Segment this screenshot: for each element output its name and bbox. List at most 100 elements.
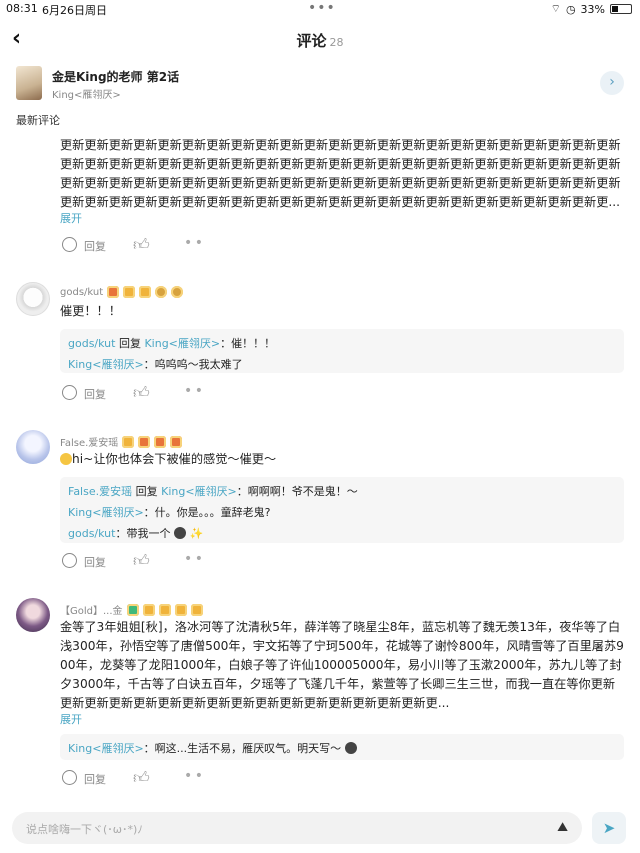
badge-icon [122, 435, 135, 448]
more-icon[interactable]: • • [184, 551, 203, 567]
reply-icon[interactable] [62, 385, 77, 400]
more-icon[interactable]: • • [184, 235, 203, 251]
comment-actions: 回复 👍︎ • • [60, 551, 260, 571]
emoji-icon [60, 453, 72, 465]
like-icon[interactable]: 👍︎ [133, 768, 150, 788]
status-right: ⌔ ◷ 33% [551, 2, 632, 16]
comment-text: 更新更新更新更新更新更新更新更新更新更新更新更新更新更新更新更新更新更新更新更新… [60, 138, 621, 209]
reply-box: King<雁翎厌>：啊这...生活不易，雁厌叹气。明天写～ [60, 734, 624, 760]
reply-icon[interactable] [62, 553, 77, 568]
reply-user[interactable]: gods/kut [68, 337, 115, 350]
comment-text: hi~让你也体会下被催的感觉～催更～ [60, 450, 625, 469]
emoji-icon [173, 527, 186, 539]
reply-user[interactable]: King<雁翎厌> [68, 358, 144, 371]
comment-text-content: hi~让你也体会下被催的感觉～催更～ [72, 452, 277, 466]
badge-icon [142, 603, 155, 616]
status-bar: 08:31 6月26日周日 ••• ⌔ ◷ 33% [0, 0, 640, 18]
badge-icon [139, 286, 152, 298]
badge-icon [170, 435, 183, 448]
more-icon[interactable]: • • [184, 768, 203, 784]
badge-icon [155, 286, 168, 298]
send-button[interactable]: ➤ [592, 812, 626, 844]
badge-icon [126, 603, 139, 616]
comment-count: 28 [329, 36, 344, 49]
reply-target[interactable]: King<雁翎厌> [144, 337, 220, 350]
reply-button[interactable]: 回复 [84, 554, 106, 570]
reply-line: King<雁翎厌>：什。你是。。。童辞老鬼? [68, 502, 616, 523]
reply-text: ：啊啊啊！爷不是鬼！～ [236, 485, 358, 498]
badge-icon [190, 603, 203, 616]
reply-user[interactable]: False.爱安瑶 [68, 485, 132, 498]
reply-line: False.爱安瑶 回复 King<雁翎厌>：啊啊啊！爷不是鬼！～ [68, 481, 616, 502]
avatar[interactable] [16, 598, 50, 632]
reply-button[interactable]: 回复 [84, 386, 106, 402]
reply-line: King<雁翎厌>：啊这...生活不易，雁厌叹气。明天写～ [68, 738, 616, 759]
reply-line: gods/kut 回复 King<雁翎厌>：催！！！ [68, 333, 616, 354]
comment-actions: 回复 👍︎ • • [60, 383, 260, 403]
comment-text: 金等了3年姐姐[秋]，洛冰河等了沈清秋5年，薛洋等了晓星尘8年，蓝忘机等了魏无羡… [60, 620, 624, 710]
input-placeholder: 说点啥嗨一下ヾ(･ω･*)ﾉ [26, 823, 143, 836]
page-title: 评论 28 [0, 30, 640, 51]
badge-icon [123, 286, 136, 298]
reply-icon[interactable] [62, 770, 77, 785]
reply-user[interactable]: King<雁翎厌> [68, 506, 144, 519]
comment-user[interactable]: gods/kut [60, 286, 184, 298]
more-icon[interactable]: • • [184, 383, 203, 399]
reply-verb: 回复 [118, 337, 141, 350]
reply-button[interactable]: 回复 [84, 238, 106, 254]
title-text: 评论 [296, 32, 327, 50]
like-icon[interactable]: 👍︎ [133, 383, 150, 403]
reply-text: ：催！！！ [220, 337, 276, 350]
expand-link[interactable]: 展开 [60, 210, 82, 226]
reply-text: ：啊这...生活不易，雁厌叹气。明天写～ [143, 742, 342, 755]
reply-line: gods/kut：带我一个 ✨ [68, 523, 616, 544]
badge-icon [174, 603, 187, 616]
comment-actions: 回复 👍︎ • • [60, 768, 260, 788]
avatar[interactable] [16, 282, 50, 316]
avatar[interactable] [16, 430, 50, 464]
work-card[interactable]: 金是King的老师 第2话 King<雁翎厌> › [16, 66, 624, 102]
expand-link[interactable]: 展开 [60, 711, 82, 727]
sparkle-icon: ✨ [189, 527, 204, 540]
chevron-right-icon[interactable]: › [600, 71, 624, 95]
reply-box: gods/kut 回复 King<雁翎厌>：催！！！ King<雁翎厌>：呜呜呜… [60, 329, 624, 373]
alarm-icon: ◷ [565, 2, 576, 16]
reply-user[interactable]: gods/kut [68, 527, 115, 540]
status-time: 08:31 [6, 2, 38, 15]
username[interactable]: False.爱安瑶 [60, 434, 118, 449]
comment-actions: 回复 👍︎ • • [60, 235, 260, 255]
reply-button[interactable]: 回复 [84, 771, 106, 787]
header: ‹ 评论 28 [0, 22, 640, 56]
emoji-icon [344, 742, 357, 754]
like-icon[interactable]: 👍︎ [133, 551, 150, 571]
comment-user[interactable]: 【Gold】...金 [60, 602, 203, 617]
like-icon[interactable]: 👍︎ [133, 235, 150, 255]
work-thumbnail [16, 66, 42, 100]
battery-icon [610, 4, 632, 14]
badge-icon [154, 435, 167, 448]
comment-user[interactable]: False.爱安瑶 [60, 434, 183, 449]
reply-icon[interactable] [62, 237, 77, 252]
work-title: 金是King的老师 第2话 [52, 70, 180, 84]
multitask-dots-icon[interactable]: ••• [308, 0, 336, 16]
reply-user[interactable]: King<雁翎厌> [68, 742, 144, 755]
reply-verb: 回复 [135, 485, 158, 498]
username[interactable]: gods/kut [60, 287, 103, 298]
reply-text: ：呜呜呜～我太难了 [143, 358, 243, 371]
username[interactable]: 【Gold】...金 [60, 602, 123, 617]
comment-text: 催更！！！ [60, 304, 121, 318]
battery-text: 33% [580, 2, 605, 16]
reply-line: King<雁翎厌>：呜呜呜～我太难了 [68, 354, 616, 375]
image-icon[interactable]: ⛰ [557, 820, 568, 835]
send-icon: ➤ [602, 819, 616, 837]
section-title: 最新评论 [16, 114, 60, 127]
work-author: King<雁翎厌> [52, 90, 121, 101]
wifi-icon: ⌔ [550, 2, 561, 15]
reply-target[interactable]: King<雁翎厌> [161, 485, 237, 498]
badge-icon [138, 435, 151, 448]
status-date: 6月26日周日 [42, 4, 107, 17]
reply-text: ：带我一个 [115, 527, 171, 540]
reply-text: ：什。你是。。。童辞老鬼? [143, 506, 271, 519]
badge-icon [171, 286, 184, 298]
comment-input[interactable]: 说点啥嗨一下ヾ(･ω･*)ﾉ ⛰ [12, 812, 582, 844]
